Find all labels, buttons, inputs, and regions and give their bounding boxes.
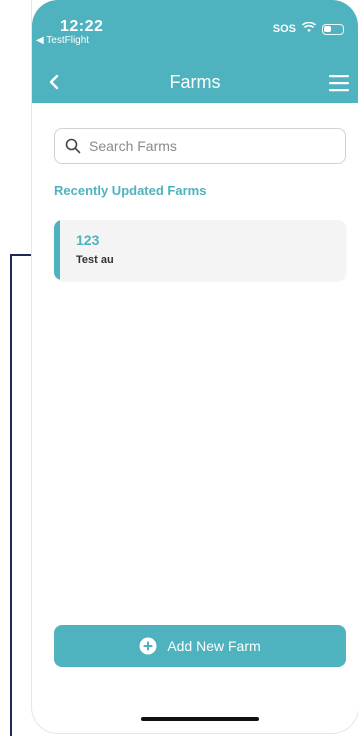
home-indicator[interactable] (141, 717, 259, 721)
add-new-farm-button[interactable]: Add New Farm (54, 625, 346, 667)
wifi-icon (301, 20, 317, 38)
search-input[interactable] (87, 137, 331, 155)
hamburger-menu-icon (329, 75, 349, 92)
phone-screen: 12:22 ◀ TestFlight SOS Farms Search Farm… (32, 0, 358, 733)
annotation-line-vertical (10, 254, 12, 736)
app-header: 12:22 ◀ TestFlight SOS Farms (32, 0, 358, 103)
page-title: Farms (169, 72, 221, 92)
status-time: 12:22 (60, 18, 104, 35)
plus-circle-icon (139, 637, 157, 655)
recent-farms-heading: Recently Updated Farms (54, 183, 207, 198)
farm-subtitle: Test au (76, 254, 114, 266)
farm-card[interactable]: 123 Test au (54, 220, 346, 280)
battery-icon (322, 23, 344, 35)
menu-button[interactable] (326, 72, 352, 94)
farm-name: 123 (76, 232, 100, 248)
search-box[interactable] (54, 128, 346, 164)
status-carrier: SOS (272, 23, 296, 35)
status-back-app[interactable]: ◀ TestFlight (36, 35, 89, 46)
status-icons: SOS (273, 20, 344, 38)
search-icon (65, 138, 81, 154)
add-new-farm-label: Add New Farm (167, 638, 261, 654)
farm-card-accent (54, 220, 60, 280)
